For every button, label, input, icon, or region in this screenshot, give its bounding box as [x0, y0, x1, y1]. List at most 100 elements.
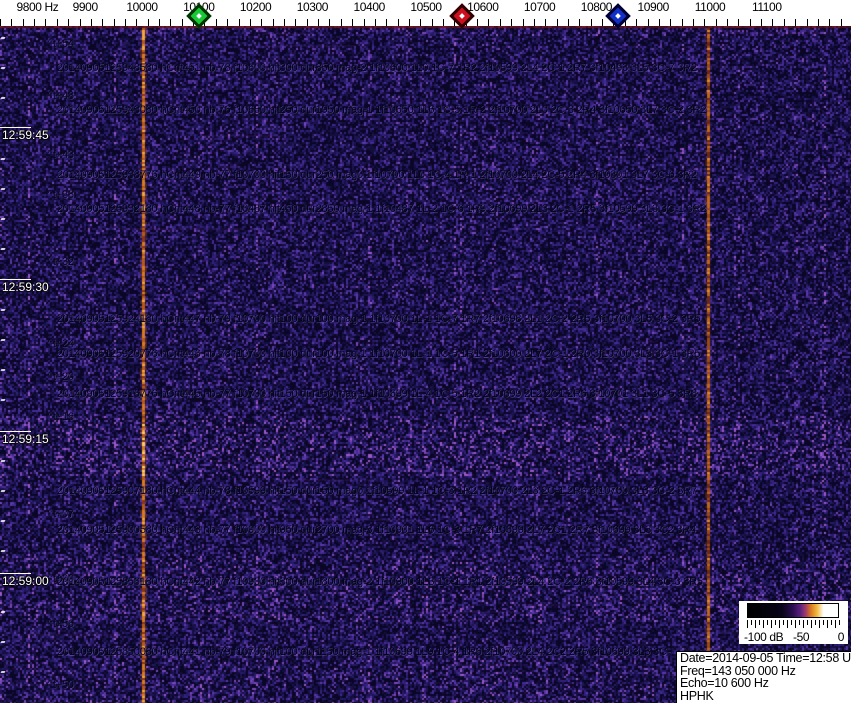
- time-minor-tick: [0, 67, 6, 69]
- axis-minor-tick: [170, 19, 172, 26]
- time-marker-caret-icon: ^: [48, 410, 53, 420]
- time-minor-tick: [0, 188, 6, 190]
- axis-minor-tick: [306, 19, 308, 26]
- axis-frequency-label: 10900: [637, 0, 670, 14]
- axis-minor-tick: [692, 19, 694, 26]
- axis-minor-tick: [795, 19, 797, 26]
- axis-minor-tick: [420, 19, 422, 26]
- axis-minor-tick: [90, 19, 92, 26]
- axis-frequency-label: 10200: [239, 0, 272, 14]
- axis-minor-tick: [670, 19, 672, 26]
- legend-tick: [763, 620, 764, 628]
- legend-tick: [827, 620, 828, 628]
- axis-minor-tick: [727, 19, 729, 26]
- legend-tick: [791, 620, 792, 625]
- axis-minor-tick: [136, 19, 138, 26]
- axis-minor-tick: [556, 19, 558, 26]
- axis-frequency-label: 11100: [752, 0, 782, 14]
- axis-minor-tick: [261, 19, 263, 26]
- amplitude-legend: -100 dB -50 0: [739, 601, 848, 644]
- axis-minor-tick: [363, 19, 365, 26]
- axis-minor-tick: [11, 19, 13, 26]
- axis-minor-tick: [522, 19, 524, 26]
- axis-minor-tick: [215, 19, 217, 26]
- axis-minor-tick: [658, 19, 660, 26]
- legend-tick: [807, 620, 808, 625]
- time-marker-caret-icon: ^: [48, 255, 53, 265]
- axis-minor-tick: [124, 19, 126, 26]
- echo-log-line: 20140905125948580 hCnt451 nb-78 f10600 h…: [57, 62, 697, 74]
- echo-log-line: 20140905125907180 hCnt444 nb-78 f10599 h…: [57, 485, 697, 497]
- info-station-id: HPHK: [680, 688, 714, 703]
- axis-minor-tick: [34, 19, 36, 26]
- echo-log-line: 20140905125932180 hCnt448 nb-77 f10487 h…: [57, 203, 707, 215]
- echo-log-line: 20140905125920776 hCnt446 nb-78 f10700 h…: [57, 348, 701, 360]
- time-minor-tick: [0, 490, 6, 492]
- axis-minor-tick: [227, 19, 229, 26]
- info-date-time: Date=2014-09-05 Time=12:58 UTC: [680, 651, 851, 665]
- axis-minor-tick: [386, 19, 388, 26]
- echo-log-line: 20140905125916776 hCnt445 nb-77 f10700 h…: [57, 388, 697, 400]
- time-offset-marker: ^t+56: [48, 617, 74, 630]
- axis-minor-tick: [488, 19, 490, 26]
- time-offset-marker: ^t+54: [48, 37, 74, 50]
- green-marker-center-dot: [196, 13, 202, 19]
- legend-tick: [755, 620, 756, 628]
- time-offset-marker: ^t+48: [48, 89, 74, 102]
- axis-minor-tick: [602, 19, 604, 26]
- axis-minor-tick: [329, 19, 331, 26]
- echo-log-line: 20140905125850080 hCnt441 nb-79 f10700 h…: [57, 646, 671, 658]
- time-minor-tick: [0, 97, 6, 99]
- legend-tick: [803, 620, 804, 628]
- legend-tick: [819, 620, 820, 628]
- time-offset-marker: ^t+43: [48, 148, 74, 161]
- axis-frequency-label: 10600: [467, 0, 499, 14]
- time-marker-caret-icon: ^: [48, 89, 53, 99]
- axis-minor-tick: [772, 19, 774, 26]
- axis-minor-tick: [56, 19, 58, 26]
- legend-tick: [823, 620, 824, 625]
- frequency-axis-ruler[interactable]: 9800 Hz990010000101001020010300104001050…: [0, 0, 851, 29]
- time-axis-label: 12:59:00: [2, 574, 49, 588]
- axis-minor-tick: [840, 19, 842, 26]
- axis-minor-tick: [352, 19, 354, 26]
- legend-tick: [747, 620, 748, 628]
- axis-frequency-label: 9900: [72, 0, 99, 14]
- axis-minor-tick: [681, 19, 683, 26]
- axis-frequency-label: 11000: [694, 0, 726, 14]
- time-axis-label: 12:59:15: [2, 432, 49, 446]
- axis-frequency-label: 10700: [523, 0, 556, 14]
- echo-log-line: 20140905125943080 hCnt450 nb-76 f10650 h…: [57, 104, 707, 116]
- axis-minor-tick: [238, 19, 240, 26]
- axis-minor-tick: [431, 19, 433, 26]
- time-offset-marker: ^t+38: [48, 188, 74, 201]
- axis-minor-tick: [749, 19, 751, 26]
- axis-frequency-label: 9800 Hz: [16, 0, 59, 14]
- amplitude-legend-ticks: [747, 620, 840, 630]
- axis-minor-tick: [715, 19, 717, 26]
- axis-minor-tick: [579, 19, 581, 26]
- time-minor-tick: [0, 399, 6, 401]
- axis-minor-tick: [102, 19, 104, 26]
- time-minor-tick: [0, 309, 6, 311]
- time-offset-marker: ^t+50: [48, 678, 74, 691]
- axis-minor-tick: [499, 19, 501, 26]
- time-minor-tick: [0, 520, 6, 522]
- red-marker-center-dot: [459, 13, 465, 19]
- axis-minor-tick: [738, 19, 740, 26]
- axis-minor-tick: [79, 19, 81, 26]
- axis-minor-tick: [443, 19, 445, 26]
- axis-minor-tick: [147, 19, 149, 26]
- legend-tick: [751, 620, 752, 625]
- axis-minor-tick: [783, 19, 785, 26]
- axis-minor-tick: [636, 19, 638, 26]
- time-marker-caret-icon: ^: [48, 370, 53, 380]
- axis-frequency-label: 10400: [353, 0, 386, 14]
- time-marker-caret-icon: ^: [48, 678, 53, 688]
- time-minor-tick: [0, 248, 6, 250]
- echo-log-line: 20140905125938776 hCnt449 nb-77 f10700 h…: [57, 169, 697, 181]
- legend-min-label: -100 dB: [744, 630, 784, 644]
- blue-marker-center-dot: [615, 13, 621, 19]
- time-marker-caret-icon: ^: [48, 617, 53, 627]
- axis-frequency-label: 10000: [126, 0, 158, 14]
